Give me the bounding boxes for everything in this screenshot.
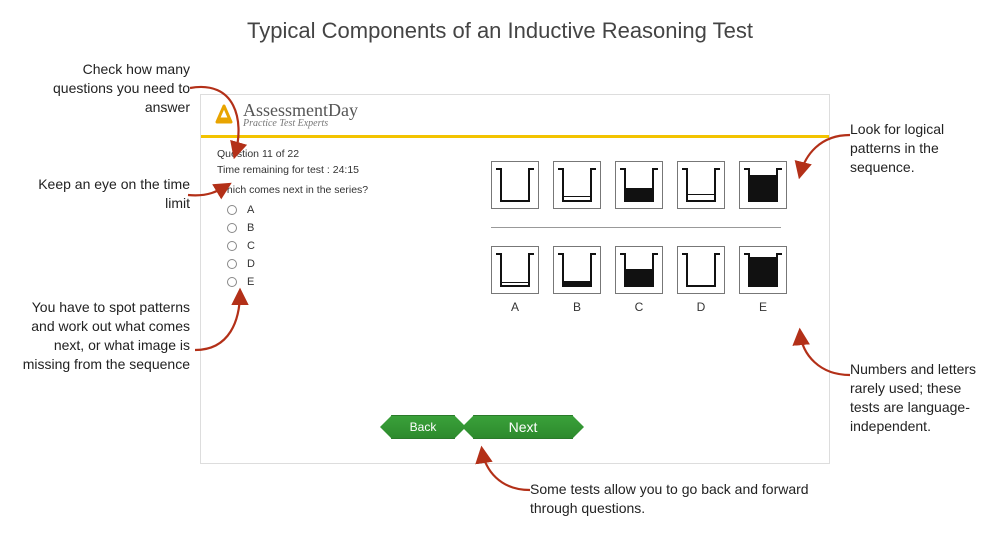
button-label: Next bbox=[509, 419, 538, 435]
sequence-box bbox=[615, 246, 663, 294]
page-title: Typical Components of an Inductive Reaso… bbox=[0, 0, 1000, 44]
brand-name: AssessmentDay bbox=[243, 101, 358, 119]
annotation-questions-count: Check how many questions you need to ans… bbox=[20, 60, 190, 117]
answer-row bbox=[491, 246, 811, 294]
answer-labels: A B C D E bbox=[491, 300, 811, 314]
brand-logo: AssessmentDay Practice Test Experts bbox=[201, 95, 829, 133]
option-label: E bbox=[247, 276, 254, 288]
sequence-divider bbox=[491, 227, 781, 228]
sequence-row bbox=[491, 161, 811, 209]
button-label: Back bbox=[410, 420, 437, 434]
nav-buttons: Back Next bbox=[391, 415, 573, 439]
answer-label: C bbox=[615, 300, 663, 314]
brand-tagline: Practice Test Experts bbox=[243, 119, 358, 129]
answer-label: E bbox=[739, 300, 787, 314]
sequence-box bbox=[615, 161, 663, 209]
figure-area: A B C D E bbox=[491, 161, 811, 314]
radio-icon bbox=[227, 223, 237, 233]
option-label: C bbox=[247, 240, 255, 252]
question-counter: Question 11 of 22 bbox=[201, 144, 829, 160]
sequence-box bbox=[553, 246, 601, 294]
sequence-box bbox=[739, 246, 787, 294]
sequence-box bbox=[677, 161, 725, 209]
sequence-box bbox=[491, 246, 539, 294]
sequence-box bbox=[491, 161, 539, 209]
option-label: D bbox=[247, 258, 255, 270]
back-button[interactable]: Back bbox=[391, 415, 455, 439]
sequence-box bbox=[553, 161, 601, 209]
radio-icon bbox=[227, 205, 237, 215]
radio-icon bbox=[227, 241, 237, 251]
annotation-time-limit: Keep an eye on the time limit bbox=[20, 175, 190, 213]
logo-icon bbox=[211, 102, 237, 128]
annotation-pattern-spot: You have to spot patterns and work out w… bbox=[12, 298, 190, 374]
test-app-window: AssessmentDay Practice Test Experts Ques… bbox=[200, 94, 830, 464]
annotation-language-independent: Numbers and letters rarely used; these t… bbox=[850, 360, 990, 436]
option-label: A bbox=[247, 204, 254, 216]
sequence-box bbox=[677, 246, 725, 294]
radio-icon bbox=[227, 277, 237, 287]
next-button[interactable]: Next bbox=[473, 415, 573, 439]
radio-icon bbox=[227, 259, 237, 269]
annotation-look-logical: Look for logical patterns in the sequenc… bbox=[850, 120, 980, 177]
sequence-box bbox=[739, 161, 787, 209]
answer-label: B bbox=[553, 300, 601, 314]
answer-label: D bbox=[677, 300, 725, 314]
annotation-nav-note: Some tests allow you to go back and forw… bbox=[530, 480, 810, 518]
header-divider bbox=[201, 135, 829, 138]
option-label: B bbox=[247, 222, 254, 234]
answer-label: A bbox=[491, 300, 539, 314]
